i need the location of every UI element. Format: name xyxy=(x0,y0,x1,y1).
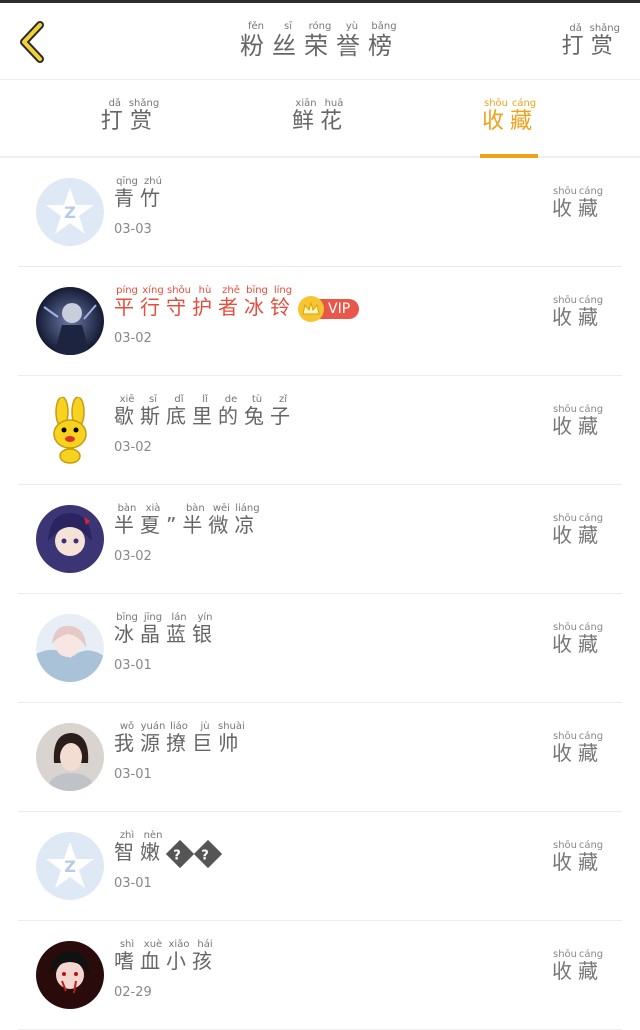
fan-list-item[interactable]: Z 智zhì嫩nèn?? 03-01 收shōu藏cáng xyxy=(18,812,622,921)
avatar[interactable] xyxy=(36,396,104,464)
favorite-label: 收shōu藏cáng xyxy=(552,295,604,330)
favorite-date: 02-29 xyxy=(114,985,152,1000)
favorite-label: 收shōu藏cáng xyxy=(552,186,604,221)
avatar[interactable] xyxy=(36,614,104,682)
pinyin-text: 半bàn夏xià”半bàn微wēi凉liáng xyxy=(114,503,261,537)
fan-list-item[interactable]: Z 青qīng竹zhú 03-03 收shōu藏cáng xyxy=(18,158,622,267)
fan-name: 平píng行xíng守shǒu护hù者zhě冰bīng铃líng VIP xyxy=(114,285,360,322)
pinyin-text: 打dǎ赏shǎng xyxy=(100,98,160,134)
favorite-label: 收shōu藏cáng xyxy=(552,840,604,875)
reward-button[interactable]: 打dǎ赏shǎng xyxy=(562,23,620,60)
fan-name: 智zhì嫩nèn?? xyxy=(114,830,223,868)
pinyin-text: 收shōu藏cáng xyxy=(552,731,604,765)
pinyin-text: 收shōu藏cáng xyxy=(552,404,604,438)
pinyin-text: 粉fěn丝sī荣róng誉yù榜bǎng xyxy=(240,21,400,60)
pinyin-text: 收shōu藏cáng xyxy=(481,98,539,134)
pinyin-text: 青qīng竹zhú xyxy=(114,176,166,210)
pinyin-text: 嗜shì血xuè小xiǎo孩hái xyxy=(114,939,218,973)
tab-reward[interactable]: 打dǎ赏shǎng xyxy=(70,98,190,135)
svg-text:Z: Z xyxy=(64,857,76,876)
unknown-glyph-icon: ? xyxy=(193,839,223,868)
avatar[interactable]: Z xyxy=(36,832,104,900)
fan-list-item[interactable]: 冰bīng晶jīng蓝lán银yín 03-01 收shōu藏cáng xyxy=(18,594,622,703)
fan-name: 半bàn夏xià”半bàn微wēi凉liáng xyxy=(114,503,260,538)
pinyin-text: 我wǒ源yuán撩liáo巨jù帅shuài xyxy=(114,721,245,755)
favorite-date: 03-02 xyxy=(114,549,152,564)
favorite-date: 03-01 xyxy=(114,767,152,782)
fan-list: Z 青qīng竹zhú 03-03 收shōu藏cáng 平píng行xíng守shǒu… xyxy=(0,158,640,1030)
pinyin-text: 收shōu藏cáng xyxy=(552,949,604,983)
unknown-glyph-icon: ? xyxy=(165,839,195,868)
avatar[interactable] xyxy=(36,941,104,1009)
avatar[interactable] xyxy=(36,287,104,355)
fan-name: 冰bīng晶jīng蓝lán银yín xyxy=(114,612,218,647)
pinyin-text: 鲜xiān花huā xyxy=(291,98,349,134)
fan-list-item[interactable]: 歇xiē斯sī底dǐ里lǐ的de兔tù子zǐ 03-02 收shōu藏cáng xyxy=(18,376,622,485)
favorite-label: 收shōu藏cáng xyxy=(552,513,604,548)
pinyin-text: 收shōu藏cáng xyxy=(552,186,604,220)
pinyin-text: 冰bīng晶jīng蓝lán银yín xyxy=(114,612,218,646)
fan-list-item[interactable]: 平píng行xíng守shǒu护hù者zhě冰bīng铃líng VIP 03-02… xyxy=(18,267,622,376)
fan-list-item[interactable]: 我wǒ源yuán撩liáo巨jù帅shuài 03-01 收shōu藏cáng xyxy=(18,703,622,812)
pinyin-text: 收shōu藏cáng xyxy=(552,513,604,547)
vip-badge: VIP xyxy=(298,295,360,322)
avatar[interactable] xyxy=(36,723,104,791)
pinyin-text: 打dǎ赏shǎng xyxy=(561,23,620,59)
page-title-text: 粉fěn丝sī荣róng誉yù榜bǎng xyxy=(240,21,400,60)
fan-name: 歇xiē斯sī底dǐ里lǐ的de兔tù子zǐ xyxy=(114,394,296,429)
pinyin-text: 平píng行xíng守shǒu护hù者zhě冰bīng铃líng xyxy=(114,285,296,319)
avatar[interactable]: Z xyxy=(36,178,104,246)
fan-name: 青qīng竹zhú xyxy=(114,176,166,211)
pinyin-text: 收shōu藏cáng xyxy=(552,622,604,656)
favorite-date: 03-02 xyxy=(114,440,152,455)
favorite-date: 03-03 xyxy=(114,222,152,237)
avatar[interactable] xyxy=(36,505,104,573)
fan-list-item[interactable]: 嗜shì血xuè小xiǎo孩hái 02-29 收shōu藏cáng xyxy=(18,921,622,1030)
svg-text:Z: Z xyxy=(64,203,76,222)
fan-name: 我wǒ源yuán撩liáo巨jù帅shuài xyxy=(114,721,245,756)
top-bar: 粉fěn丝sī荣róng誉yù榜bǎng 打dǎ赏shǎng xyxy=(0,0,640,80)
page-title: 粉fěn丝sī荣róng誉yù榜bǎng xyxy=(0,21,640,61)
favorite-date: 03-02 xyxy=(114,331,152,346)
pinyin-text: 歇xiē斯sī底dǐ里lǐ的de兔tù子zǐ xyxy=(114,394,296,428)
fan-name: 嗜shì血xuè小xiǎo孩hái xyxy=(114,939,218,974)
favorite-label: 收shōu藏cáng xyxy=(552,949,604,984)
fan-list-item[interactable]: 半bàn夏xià”半bàn微wēi凉liáng 03-02 收shōu藏cáng xyxy=(18,485,622,594)
favorite-date: 03-01 xyxy=(114,658,152,673)
pinyin-text: 收shōu藏cáng xyxy=(552,840,604,874)
tab-bar: 打dǎ赏shǎng 鲜xiān花huā 收shōu藏cáng xyxy=(0,80,640,158)
favorite-date: 03-01 xyxy=(114,876,152,891)
tab-flowers[interactable]: 鲜xiān花huā xyxy=(260,98,380,135)
pinyin-text: 智zhì嫩nèn xyxy=(114,830,166,864)
favorite-label: 收shōu藏cáng xyxy=(552,731,604,766)
pinyin-text: 收shōu藏cáng xyxy=(552,295,604,329)
favorite-label: 收shōu藏cáng xyxy=(552,404,604,439)
crown-icon xyxy=(298,295,324,322)
favorite-label: 收shōu藏cáng xyxy=(552,622,604,657)
tab-favorites[interactable]: 收shōu藏cáng xyxy=(450,98,570,135)
